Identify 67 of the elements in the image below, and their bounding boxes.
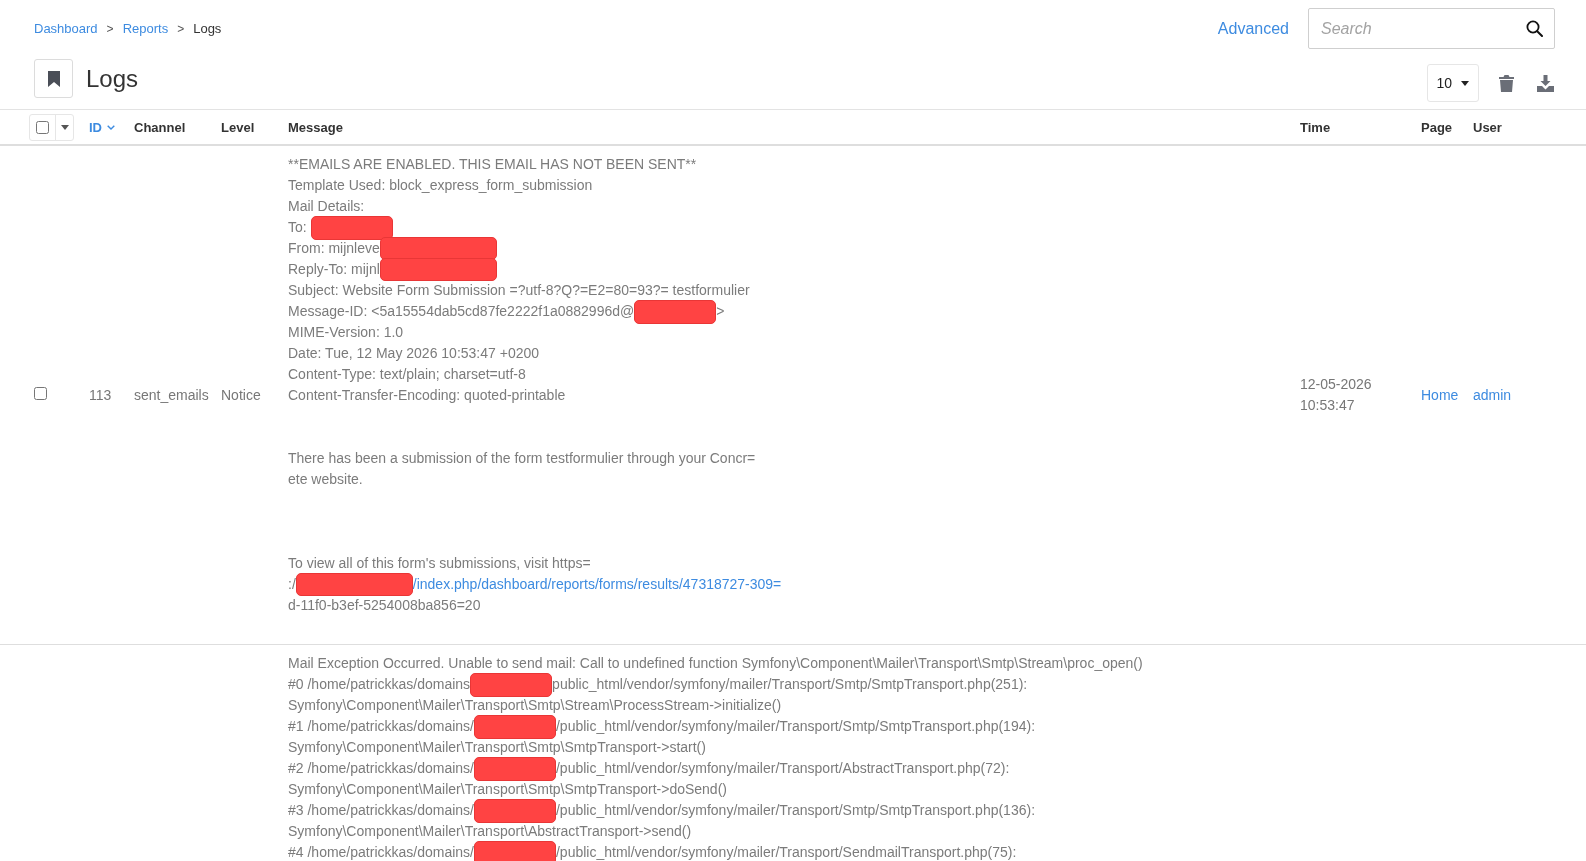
download-icon[interactable]: [1537, 74, 1554, 92]
chevron-down-icon: [107, 124, 115, 130]
message-text: Message-ID: <5a15554dab5cd87fe2222f1a0882996d@: [288, 302, 635, 321]
breadcrumb-link[interactable]: Dashboard: [34, 21, 98, 36]
time-text: 12-05-2026 10:53:47: [1300, 375, 1373, 415]
message-line: d-11f0-b3ef-5254008ba856=20: [288, 596, 481, 615]
column-header[interactable]: Time: [1300, 119, 1331, 135]
message-text: #3 /home/patrickkas/domains/: [288, 801, 474, 820]
breadcrumb-separator: >: [177, 21, 185, 36]
advanced-search-link[interactable]: Advanced: [1217, 19, 1289, 38]
trash-icon[interactable]: [1499, 74, 1514, 92]
message-line: Subject: Website Form Submission =?utf-8?Q?=E2=80=93?= testformulier: [288, 281, 750, 300]
level-text: Notice: [221, 387, 261, 403]
message-text: #1 /home/patrickkas/domains/: [288, 717, 474, 736]
row-checkbox[interactable]: [34, 387, 47, 400]
select-all-checkbox[interactable]: [36, 120, 49, 134]
per-page-dropdown[interactable]: 10: [1427, 64, 1479, 102]
bookmark-button[interactable]: [34, 59, 73, 98]
message-line: Template Used: block_express_form_submission: [288, 176, 593, 195]
message-line: Symfony\Component\Mailer\Transport\Smtp\Stream\ProcessStream->initialize(): [288, 696, 782, 715]
bulk-select-control[interactable]: [29, 113, 74, 141]
column-header[interactable]: Channel: [134, 119, 186, 135]
column-header[interactable]: Page: [1421, 119, 1453, 135]
user-link[interactable]: admin: [1473, 387, 1512, 403]
message-text: /public_html/vendor/symfony/mailer/Transport/Smtp/SmtpTransport.php(194):: [556, 717, 1036, 736]
message-line: Content-Transfer-Encoding: quoted-printable: [288, 386, 566, 405]
message-line: Mail Exception Occurred. Unable to send mail: Call to undefined function Symfony\Component\Mailer\Transport\Smtp\Stream\proc_open(): [288, 654, 1143, 673]
message-line: ete website.: [288, 470, 363, 489]
message-line: To view all of this form's submissions, visit https=: [288, 554, 591, 573]
message-text: Reply-To: mijnl: [288, 260, 380, 279]
message-line: Content-Type: text/plain; charset=utf-8: [288, 365, 526, 384]
column-header[interactable]: Message: [288, 119, 343, 135]
message-line: **EMAILS ARE ENABLED. THIS EMAIL HAS NOT BEEN SENT**: [288, 155, 697, 174]
bookmark-icon: [47, 70, 60, 87]
message-line: Symfony\Component\Mailer\Transport\AbstractTransport->send(): [288, 822, 692, 841]
message-text: To:: [288, 218, 308, 237]
message-line: MIME-Version: 1.0: [288, 323, 404, 342]
id-text: 113: [89, 387, 112, 403]
message-line: Symfony\Component\Mailer\Transport\Smtp\SmtpTransport->doSend(): [288, 780, 727, 799]
search-icon[interactable]: [1526, 20, 1543, 37]
channel-text: sent_emails: [134, 387, 209, 403]
message-link[interactable]: /index.php/dashboard/reports/forms/results/47318727-309=: [412, 574, 782, 595]
message-text: #2 /home/patrickkas/domains/: [288, 759, 474, 778]
page-link[interactable]: Home: [1421, 387, 1459, 403]
message-text: From: mijnleve: [288, 239, 380, 258]
column-header[interactable]: User: [1473, 119, 1502, 135]
page-title: Logs: [86, 64, 139, 93]
message-line: Date: Tue, 12 May 2026 10:53:47 +0200: [288, 344, 540, 363]
message-line: Symfony\Component\Mailer\Transport\Smtp\SmtpTransport->start(): [288, 738, 706, 757]
search-field[interactable]: Search: [1308, 8, 1555, 49]
caret-down-icon: [61, 124, 69, 130]
message-line: There has been a submission of the form testformulier through your Concr=: [288, 449, 756, 468]
column-header[interactable]: Level: [221, 119, 255, 135]
message-text: /public_html/vendor/symfony/mailer/Transport/AbstractTransport.php(72):: [556, 759, 1010, 778]
breadcrumb-link[interactable]: Reports: [122, 21, 169, 36]
column-header[interactable]: ID: [89, 119, 102, 135]
message-text: #4 /home/patrickkas/domains/: [288, 843, 474, 861]
message-text: >: [716, 302, 725, 321]
message-text: #0 /home/patrickkas/domains: [288, 675, 471, 694]
message-text: :/: [288, 575, 296, 594]
caret-down-icon: [1461, 80, 1469, 86]
message-line: Mail Details:: [288, 197, 365, 216]
message-text: public_html/vendor/symfony/mailer/Transport/Smtp/SmtpTransport.php(251):: [552, 675, 1028, 694]
message-text: /public_html/vendor/symfony/mailer/Transport/Smtp/SmtpTransport.php(136):: [556, 801, 1036, 820]
message-text: /public_html/vendor/symfony/mailer/Transport/SendmailTransport.php(75):: [556, 843, 1017, 861]
breadcrumb-current: Logs: [193, 21, 222, 36]
breadcrumb-separator: >: [106, 21, 114, 36]
